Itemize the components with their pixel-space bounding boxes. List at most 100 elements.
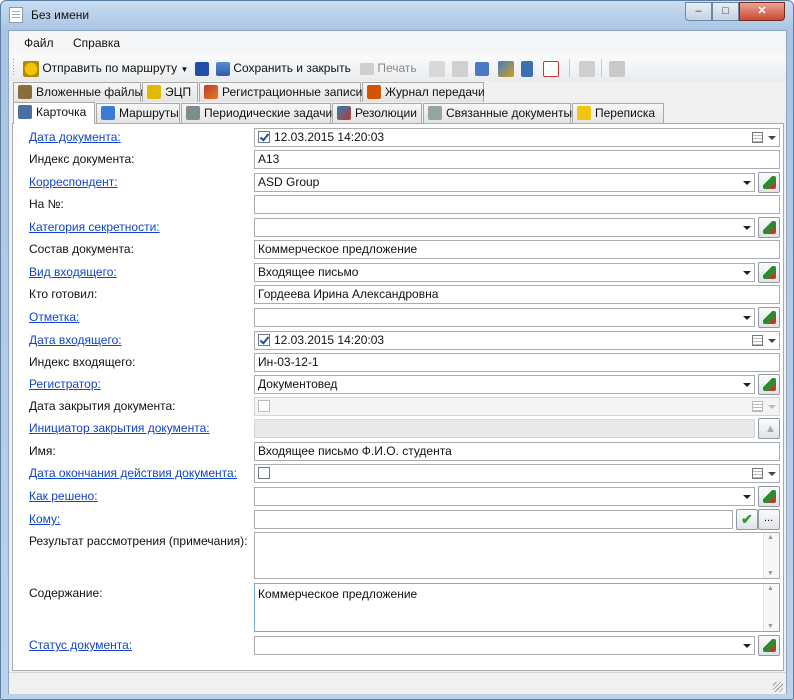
content-textarea[interactable]: Коммерческое предложение — [254, 583, 780, 632]
secrecy-category-select[interactable] — [254, 218, 755, 237]
reference-number-field[interactable] — [254, 195, 780, 214]
expiry-date-label[interactable]: Дата окончания действия документа: — [29, 466, 237, 480]
resolution-label[interactable]: Как решено: — [29, 489, 98, 503]
document-composition-field[interactable]: Коммерческое предложение — [254, 240, 780, 259]
correspondent-label[interactable]: Корреспондент: — [29, 175, 118, 189]
closing-initiator-button[interactable]: ▲ — [758, 418, 780, 439]
menu-bar: Файл Справка — [9, 31, 786, 55]
sign-tool-button[interactable] — [609, 59, 625, 77]
closing-date-checkbox[interactable] — [258, 400, 270, 412]
name-field[interactable]: Входящее письмо Ф.И.О. студента — [254, 442, 780, 461]
document-status-select[interactable] — [254, 636, 755, 655]
document-status-edit-button[interactable] — [758, 635, 780, 656]
attach-tool-button[interactable] — [498, 59, 514, 77]
tab-transfer-log[interactable]: Журнал передачи — [362, 82, 485, 102]
tab-periodic-tasks[interactable]: Периодические задачи — [181, 103, 333, 123]
chevron-down-icon[interactable] — [743, 181, 751, 185]
expiry-date-picker[interactable] — [254, 464, 780, 483]
document-status-label[interactable]: Статус документа: — [29, 638, 132, 652]
registrar-label[interactable]: Регистратор: — [29, 377, 101, 391]
mark-edit-button[interactable] — [758, 307, 780, 328]
chevron-down-icon[interactable] — [743, 383, 751, 387]
document-date-checkbox[interactable] — [258, 131, 270, 143]
transfer-icon — [367, 85, 381, 99]
menu-file[interactable]: Файл — [24, 36, 54, 50]
vertical-scrollbar[interactable] — [763, 584, 779, 631]
tab-resolutions[interactable]: Резолюции — [332, 103, 422, 123]
content-value: Коммерческое предложение — [258, 587, 418, 601]
recipient-browse-button[interactable]: ... — [758, 509, 780, 530]
toolbar-grip[interactable] — [13, 59, 14, 77]
settings-tool-button[interactable] — [475, 59, 489, 77]
incoming-type-edit-button[interactable] — [758, 262, 780, 283]
secrecy-category-label[interactable]: Категория секретности: — [29, 220, 160, 234]
menu-help[interactable]: Справка — [73, 36, 120, 50]
tab-registration-records[interactable]: Регистрационные записи — [199, 82, 362, 102]
minimize-button[interactable]: – — [685, 2, 712, 21]
recipient-label[interactable]: Кому: — [29, 512, 60, 526]
tab-card[interactable]: Карточка — [13, 102, 95, 124]
tab-attached-files[interactable]: Вложенные файлы — [13, 82, 143, 102]
tab-label: Периодические задачи — [204, 106, 333, 120]
chevron-down-icon[interactable] — [743, 495, 751, 499]
prepared-by-field[interactable]: Гордеева Ирина Александровна — [254, 285, 780, 304]
calendar-icon[interactable] — [752, 468, 763, 479]
forward-icon — [452, 60, 468, 77]
resolution-select[interactable] — [254, 487, 755, 506]
resize-grip[interactable] — [773, 682, 783, 692]
chevron-down-icon[interactable] — [743, 226, 751, 230]
print-button[interactable]: Печать — [360, 59, 417, 77]
secrecy-category-edit-button[interactable] — [758, 217, 780, 238]
correspondent-edit-button[interactable] — [758, 172, 780, 193]
mark-select[interactable] — [254, 308, 755, 327]
incoming-date-picker[interactable]: 12.03.2015 14:20:03 — [254, 331, 780, 350]
document-index-field[interactable]: А13 — [254, 150, 780, 169]
edit-tool-button[interactable] — [429, 59, 445, 77]
correspondent-select[interactable]: ASD Group — [254, 173, 755, 192]
closing-initiator-field[interactable] — [254, 419, 755, 438]
recipient-confirm-button[interactable]: ✔ — [736, 509, 758, 530]
tab-correspondence[interactable]: Переписка — [572, 103, 664, 123]
registrar-select[interactable]: Документовед — [254, 375, 755, 394]
resolution-edit-button[interactable] — [758, 486, 780, 507]
tab-routes[interactable]: Маршруты — [96, 103, 180, 123]
chevron-down-icon[interactable] — [768, 339, 776, 343]
chevron-down-icon[interactable] — [743, 271, 751, 275]
scan-tool-button[interactable] — [521, 59, 533, 77]
save-close-button[interactable]: Сохранить и закрыть — [216, 59, 351, 77]
document-date-label[interactable]: Дата документа: — [29, 130, 121, 144]
refresh-tool-button[interactable] — [579, 59, 595, 77]
closing-date-picker[interactable] — [254, 397, 780, 416]
review-result-textarea[interactable] — [254, 532, 780, 579]
calendar-icon[interactable] — [752, 132, 763, 143]
save-icon-button[interactable] — [195, 59, 209, 77]
incoming-date-checkbox[interactable] — [258, 334, 270, 346]
close-button[interactable]: ✕ — [739, 2, 785, 21]
incoming-type-label[interactable]: Вид входящего: — [29, 265, 117, 279]
card-panel: Дата документа: 12.03.2015 14:20:03 Инде… — [12, 123, 784, 671]
mark-label[interactable]: Отметка: — [29, 310, 79, 324]
route-button[interactable]: Отправить по маршруту ▼ — [23, 59, 188, 77]
chevron-down-icon[interactable] — [743, 316, 751, 320]
incoming-date-label[interactable]: Дата входящего: — [29, 333, 122, 347]
vertical-scrollbar[interactable] — [763, 533, 779, 578]
expiry-date-checkbox[interactable] — [258, 467, 270, 479]
title-bar[interactable]: Без имени – □ ✕ — [1, 1, 793, 29]
tab-eds[interactable]: ЭЦП — [142, 82, 198, 102]
registrar-edit-button[interactable] — [758, 374, 780, 395]
chevron-down-icon[interactable] — [768, 472, 776, 476]
chevron-down-icon[interactable] — [743, 644, 751, 648]
pencil-icon — [763, 266, 776, 279]
prepared-by-label: Кто готовил: — [29, 287, 98, 301]
recipient-field[interactable] — [254, 510, 733, 529]
chevron-down-icon[interactable] — [768, 136, 776, 140]
tab-related-documents[interactable]: Связанные документы — [423, 103, 572, 123]
pdf-tool-button[interactable] — [543, 59, 559, 77]
document-date-picker[interactable]: 12.03.2015 14:20:03 — [254, 128, 780, 147]
forward-tool-button[interactable] — [452, 59, 468, 77]
maximize-button[interactable]: □ — [712, 2, 739, 21]
closing-initiator-label[interactable]: Инициатор закрытия документа: — [29, 421, 210, 435]
calendar-icon[interactable] — [752, 335, 763, 346]
incoming-index-field[interactable]: Ин-03-12-1 — [254, 353, 780, 372]
incoming-type-select[interactable]: Входящее письмо — [254, 263, 755, 282]
